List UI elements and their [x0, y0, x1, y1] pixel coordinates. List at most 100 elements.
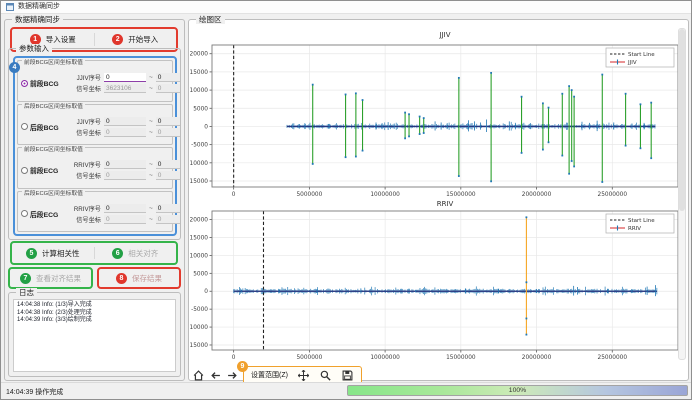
value-start-input[interactable]: 0 — [104, 204, 146, 213]
field-label: RRIV序号 — [70, 204, 101, 213]
save-result-button[interactable]: 8 保存结果 — [99, 269, 179, 287]
svg-text:-15000: -15000 — [190, 179, 208, 185]
plot-scrollbar[interactable] — [678, 28, 686, 360]
params-group-title: 参数输入 — [16, 44, 52, 53]
step-badge-6: 6 — [112, 248, 123, 259]
save-result-box: 8 保存结果 — [97, 267, 181, 289]
jjiv-chart: 0500000010000000150000002000000025000000… — [190, 27, 686, 197]
value-end-input[interactable]: 0 — [156, 117, 180, 126]
value-end-input[interactable]: 0 — [156, 128, 180, 137]
radio-dot[interactable] — [21, 210, 28, 217]
range-tilde: ~ — [149, 216, 153, 223]
plot-panel-title: 绘图区 — [196, 15, 225, 24]
radio-dot[interactable] — [21, 167, 28, 174]
svg-text:-10000: -10000 — [190, 161, 208, 167]
sync-panel: 数据精确同步 1 导入设置 2 开始导入 参数输入 4 前段BCG区间坐标取值前… — [4, 19, 185, 381]
pan-icon[interactable] — [297, 369, 310, 382]
svg-text:5000: 5000 — [193, 106, 208, 112]
log-group: 日志 14:04:38 Info: (1/3)导入完成14:04:38 Info… — [8, 292, 181, 377]
svg-text:15000000: 15000000 — [446, 355, 476, 361]
svg-text:10000000: 10000000 — [370, 355, 400, 361]
param-row: 信号坐标3623106~0 — [70, 84, 180, 93]
scrollbar-thumb[interactable] — [679, 29, 685, 211]
param-section-body: 后段ECGRRIV序号0~0信号坐标0~0 — [21, 198, 169, 231]
radio-dot[interactable] — [21, 123, 28, 130]
save-icon[interactable] — [341, 369, 354, 382]
value-start-input[interactable]: 0 — [104, 128, 146, 137]
forward-arrow-icon[interactable] — [226, 369, 239, 382]
param-rows: JJIV序号0~0 信号坐标0~0 — [70, 117, 180, 137]
value-end-input[interactable]: 0 — [156, 171, 180, 180]
svg-text:20000000: 20000000 — [522, 192, 552, 197]
correlation-buttons-box: 5 计算相关性 6 相关对齐 — [10, 241, 178, 265]
value-start-input[interactable]: 3623106 — [104, 84, 146, 93]
param-section-0: 前段BCG区间坐标取值前段BCGJJIV序号0~0信号坐标3623106~0 — [17, 60, 173, 102]
value-end-input[interactable]: 0 — [156, 215, 180, 224]
param-rows: RRIV序号0~0信号坐标0~0 — [70, 160, 180, 180]
value-end-input[interactable]: 0 — [156, 204, 180, 213]
rriv-chart: 0500000010000000150000002000000025000000… — [190, 198, 686, 364]
value-start-input[interactable]: 0 — [104, 171, 146, 180]
svg-text:-10000: -10000 — [190, 325, 208, 331]
step-badge-8: 8 — [116, 273, 127, 284]
svg-text:JJIV: JJIV — [439, 31, 451, 39]
svg-text:5000000: 5000000 — [296, 192, 322, 197]
value-end-input[interactable]: 0 — [156, 84, 180, 93]
app-icon — [6, 3, 14, 11]
param-section-1: 后段BCG区间坐标取值后段BCGJJIV序号0~0信号坐标0~0 — [17, 104, 173, 146]
field-label: 信号坐标 — [70, 171, 101, 180]
back-arrow-icon[interactable] — [209, 369, 222, 382]
radio-后段ECG[interactable]: 后段ECG — [21, 209, 67, 219]
status-message: 14:04:39 操作完成 — [6, 387, 63, 397]
value-start-input[interactable]: 0 — [104, 117, 146, 126]
svg-text:0: 0 — [232, 192, 236, 197]
radio-label: 后段BCG — [30, 122, 59, 132]
start-import-button[interactable]: 2 开始导入 — [95, 29, 177, 50]
step-badge-4: 4 — [9, 62, 20, 73]
log-line: 14:04:38 Info: (2/3)处理完成 — [17, 310, 172, 318]
radio-dot[interactable] — [21, 80, 28, 87]
svg-text:-15000: -15000 — [190, 343, 208, 349]
radio-后段BCG[interactable]: 后段BCG — [21, 122, 67, 132]
params-box: 4 前段BCG区间坐标取值前段BCGJJIV序号0~0信号坐标3623106~0… — [13, 56, 177, 236]
compute-correlation-button[interactable]: 5 计算相关性 — [12, 243, 94, 263]
window-title: 数据精确同步 — [18, 3, 60, 11]
correlation-align-button[interactable]: 6 相关对齐 — [95, 243, 177, 263]
set-range-button[interactable]: 设置范围(Z) — [251, 370, 288, 380]
step-badge-9: 9 — [237, 361, 248, 372]
value-start-input[interactable]: 0 — [104, 73, 146, 82]
param-section-title: 后段BCG区间坐标取值 — [22, 104, 85, 111]
svg-text:Start Line: Start Line — [628, 52, 655, 58]
svg-text:25000000: 25000000 — [598, 192, 628, 197]
param-row: RRIV序号0~0 — [70, 160, 180, 169]
svg-text:5000: 5000 — [193, 271, 208, 277]
field-label: RRIV序号 — [70, 160, 101, 169]
svg-text:20000: 20000 — [190, 52, 208, 58]
log-line: 14:04:38 Info: (1/3)导入完成 — [17, 302, 172, 310]
svg-text:0: 0 — [204, 124, 208, 130]
view-align-result-button[interactable]: 7 查看对齐结果 — [10, 269, 91, 287]
svg-text:RRIV: RRIV — [628, 226, 641, 232]
field-label: 信号坐标 — [70, 84, 101, 93]
svg-text:0: 0 — [232, 355, 236, 361]
param-rows: RRIV序号0~0信号坐标0~0 — [70, 204, 180, 224]
svg-text:Start Line: Start Line — [628, 218, 655, 224]
save-result-label: 保存结果 — [132, 273, 162, 284]
zoom-icon[interactable] — [319, 369, 332, 382]
value-start-input[interactable]: 0 — [104, 215, 146, 224]
param-row: 信号坐标0~0 — [70, 128, 180, 137]
field-label: JJIV序号 — [70, 73, 101, 82]
value-end-input[interactable]: 0 — [156, 160, 180, 169]
progress-percent: 100% — [348, 387, 687, 394]
progress-bar: 100% — [347, 385, 688, 396]
svg-text:RRIV: RRIV — [437, 200, 454, 208]
home-icon[interactable] — [192, 369, 205, 382]
radio-前段ECG[interactable]: 前段ECG — [21, 165, 67, 175]
value-end-input[interactable]: 0 — [156, 73, 180, 82]
svg-text:0: 0 — [204, 289, 208, 295]
value-start-input[interactable]: 0 — [104, 160, 146, 169]
param-section-title: 后段ECG区间坐标取值 — [22, 191, 85, 198]
radio-前段BCG[interactable]: 前段BCG — [21, 78, 67, 88]
param-row: JJIV序号0~0 — [70, 117, 180, 126]
param-section-body: 前段ECGRRIV序号0~0信号坐标0~0 — [21, 154, 169, 187]
